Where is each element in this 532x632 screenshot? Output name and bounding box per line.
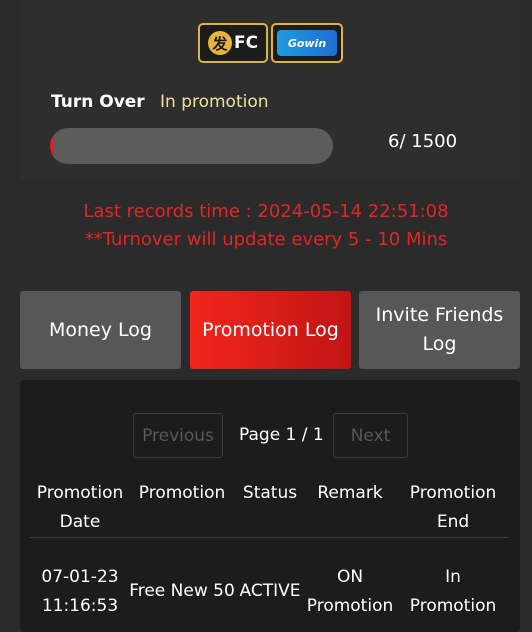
gowin-provider-logo[interactable]: Gowin [271,23,343,63]
next-page-button[interactable]: Next [333,413,408,458]
turnover-update-note: **Turnover will update every 5 - 10 Mins [84,229,448,250]
header-promotion: Promotion [138,483,226,503]
turnover-progress-bar [50,128,333,164]
table-divider [30,537,508,538]
fc-logo-text: FC [233,33,259,53]
header-remark: Remark [317,483,383,503]
gowin-logo-icon: Gowin [277,30,337,56]
turnover-label: Turn Over [51,92,145,112]
previous-page-button[interactable]: Previous [133,413,223,458]
fc-coin-icon: 发 [207,31,232,55]
header-status: Status [242,483,298,503]
header-promotion-date: Promotion Date [36,483,124,532]
cell-promotion: Free New 50 [129,581,235,601]
tab-promotion-log[interactable]: Promotion Log [190,291,351,369]
tab-invite-friends-log[interactable]: Invite Friends Log [359,291,520,369]
turnover-progress-count: 6/ 1500 [388,131,458,152]
tab-money-log[interactable]: Money Log [20,291,181,369]
cell-promotion-date: 07-01-23 11:16:53 [41,567,119,616]
page-indicator: Page 1 / 1 [239,425,324,445]
cell-remark: ON Promotion [306,567,394,616]
cell-promotion-end: In Promotion [409,567,497,616]
last-records-time: Last records time : 2024-05-14 22:51:08 [83,201,449,222]
header-promotion-end: Promotion End [409,483,497,532]
promotion-status: In promotion [160,92,269,112]
fc-provider-logo[interactable]: 发 FC [198,23,268,63]
cell-status: ACTIVE [239,581,301,601]
